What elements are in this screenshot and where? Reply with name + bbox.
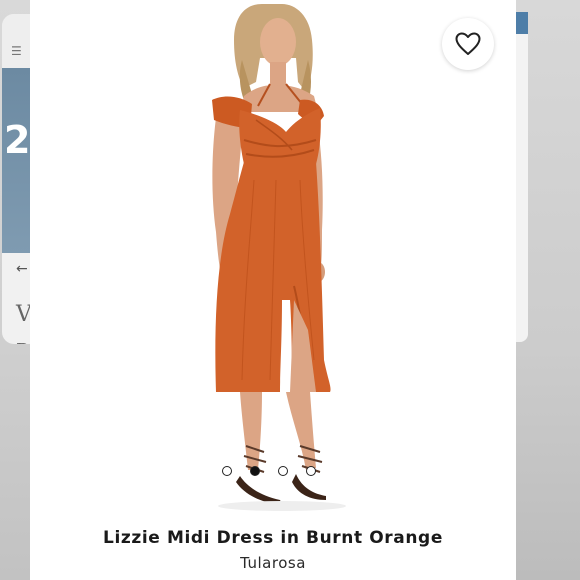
carousel-dot-2[interactable]	[250, 466, 260, 476]
carousel-dot-1[interactable]	[222, 466, 232, 476]
product-card: Lizzie Midi Dress in Burnt Orange Tularo…	[30, 0, 516, 580]
image-carousel-indicator	[222, 466, 316, 476]
model-illustration	[212, 4, 346, 511]
background-app-left: ☰ 2 ← V D	[0, 0, 62, 580]
back-arrow-icon: ←	[16, 261, 28, 277]
product-brand[interactable]: Tularosa	[30, 554, 516, 572]
product-title[interactable]: Lizzie Midi Dress in Burnt Orange	[30, 528, 516, 548]
background-app-right	[508, 0, 580, 580]
menu-icon: ☰	[11, 44, 22, 58]
carousel-dot-3[interactable]	[278, 466, 288, 476]
carousel-dot-4[interactable]	[306, 466, 316, 476]
background-letter-d: D	[16, 340, 30, 344]
heart-icon	[455, 32, 481, 55]
favorite-button[interactable]	[442, 18, 494, 70]
product-image[interactable]	[30, 0, 516, 512]
background-big-text: 2	[4, 118, 31, 162]
